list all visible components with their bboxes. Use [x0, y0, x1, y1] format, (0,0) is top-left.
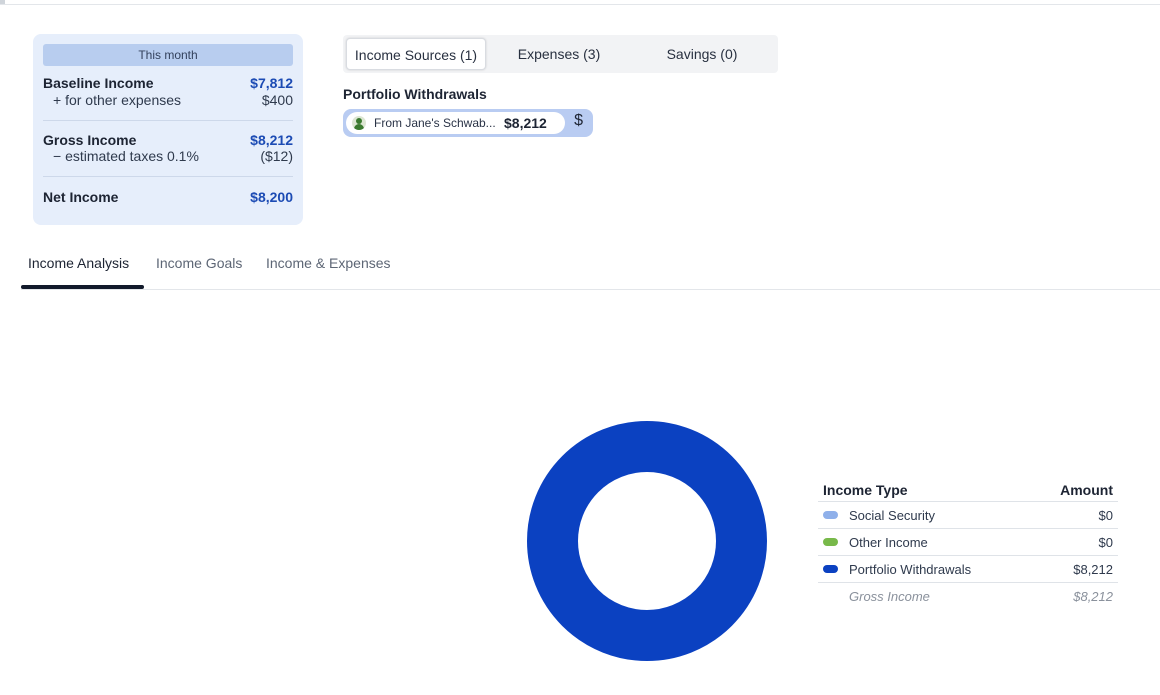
amount-column-header: Amount: [1060, 481, 1113, 498]
baseline-income-value: $7,812: [250, 75, 293, 91]
analysis-tabs: Income Analysis Income Goals Income & Ex…: [21, 249, 1160, 290]
top-border-cap: [0, 0, 5, 4]
summary-divider: [43, 176, 293, 177]
tab-savings[interactable]: Savings (0): [632, 38, 772, 70]
summary-period-header: This month: [43, 44, 293, 66]
portfolio-withdrawals-slice: [527, 421, 767, 661]
withdrawal-source-chip-body[interactable]: From Jane's Schwab... $8,212: [346, 112, 565, 134]
income-type-name: Portfolio Withdrawals: [849, 561, 972, 577]
summary-divider: [43, 120, 293, 121]
net-income-value: $8,200: [250, 189, 293, 205]
table-row: Portfolio Withdrawals $8,212: [818, 556, 1118, 583]
category-tabs: Income Sources (1) Expenses (3) Savings …: [343, 35, 778, 73]
gross-income-value: $8,212: [250, 132, 293, 148]
tab-expenses[interactable]: Expenses (3): [486, 38, 632, 70]
other-expenses-value: $400: [261, 92, 293, 108]
baseline-income-label: Baseline Income: [43, 75, 154, 91]
tab-income-analysis[interactable]: Income Analysis: [28, 255, 129, 271]
active-tab-indicator: [21, 285, 144, 289]
dollar-icon[interactable]: $: [574, 112, 583, 130]
other-expenses-label: + for other expenses: [53, 92, 182, 108]
withdrawal-source-chip[interactable]: From Jane's Schwab... $8,212 $: [343, 109, 593, 137]
other-income-swatch: [823, 538, 838, 546]
income-type-amount: $8,212: [1073, 561, 1113, 577]
gross-income-total-row: Gross Income $8,212: [818, 583, 1118, 609]
tab-income-sources[interactable]: Income Sources (1): [346, 38, 486, 70]
income-type-column-header: Income Type: [823, 481, 908, 498]
withdrawal-source-label: From Jane's Schwab...: [374, 116, 496, 130]
income-type-name: Other Income: [849, 534, 928, 550]
estimated-taxes-label: − estimated taxes 0.1%: [53, 148, 199, 164]
tab-income-goals[interactable]: Income Goals: [156, 255, 242, 271]
person-avatar-icon: [352, 116, 366, 130]
gross-income-total-label: Gross Income: [849, 588, 930, 604]
income-type-amount: $0: [1098, 507, 1113, 523]
net-income-label: Net Income: [43, 189, 119, 205]
income-summary-card: This month Baseline Income $7,812 + for …: [33, 34, 303, 225]
portfolio-withdrawals-swatch: [823, 565, 838, 573]
net-income-row: Net Income $8,200: [43, 189, 293, 205]
table-header: Income Type Amount: [818, 478, 1118, 502]
gross-income-total-amount: $8,212: [1073, 588, 1113, 604]
top-border: [0, 0, 1160, 5]
estimated-taxes-value: ($12): [260, 148, 293, 164]
gross-income-row: Gross Income $8,212: [43, 132, 293, 148]
social-security-swatch: [823, 511, 838, 519]
table-row: Social Security $0: [818, 502, 1118, 529]
income-type-name: Social Security: [849, 507, 935, 523]
tab-income-and-expenses[interactable]: Income & Expenses: [266, 255, 391, 271]
baseline-income-row: Baseline Income $7,812: [43, 75, 293, 91]
avatar-body: [354, 124, 364, 130]
income-donut-chart: [527, 421, 767, 661]
income-type-amount: $0: [1098, 534, 1113, 550]
portfolio-withdrawals-title: Portfolio Withdrawals: [343, 86, 487, 102]
table-row: Other Income $0: [818, 529, 1118, 556]
estimated-taxes-row: − estimated taxes 0.1% ($12): [43, 148, 293, 164]
gross-income-label: Gross Income: [43, 132, 137, 148]
income-type-table: Income Type Amount Social Security $0 Ot…: [818, 478, 1118, 609]
other-expenses-row: + for other expenses $400: [43, 92, 293, 108]
withdrawal-amount: $8,212: [504, 115, 547, 131]
